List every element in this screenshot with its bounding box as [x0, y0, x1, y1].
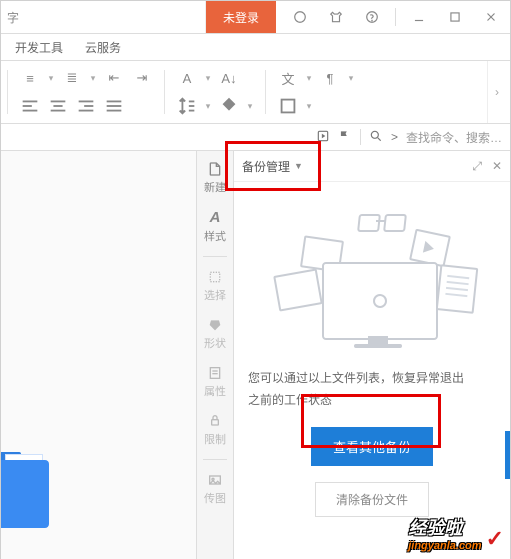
rail-limit[interactable]: 限制 — [200, 409, 230, 451]
sort-button[interactable]: A↓ — [217, 66, 241, 90]
align-right-button[interactable] — [74, 94, 98, 118]
chevron-down-icon[interactable]: ▾ — [46, 66, 56, 90]
shading-button[interactable] — [217, 94, 241, 118]
watermark-check-icon: ✓ — [486, 526, 504, 552]
rail-limit-label: 限制 — [204, 431, 226, 447]
font-size-button[interactable]: A — [175, 66, 199, 90]
chevron-down-icon[interactable]: ▾ — [346, 66, 356, 90]
rail-select[interactable]: 选择 — [200, 265, 230, 307]
side-rail: 新建 A 样式 选择 形状 属性 限制 — [196, 151, 233, 559]
backup-panel-text: 您可以通过以上文件列表，恢复异常退出 之前的工作状态 — [248, 368, 464, 411]
rail-style[interactable]: A 样式 — [200, 205, 230, 248]
numbering-button[interactable]: ≣ — [60, 66, 84, 90]
panel-close-icon[interactable]: ✕ — [492, 159, 502, 174]
chevron-down-icon: ▼ — [294, 161, 303, 171]
chevron-down-icon[interactable]: ▾ — [203, 94, 213, 118]
clear-backup-button[interactable]: 清除备份文件 — [315, 482, 429, 517]
rail-legend-label: 传图 — [204, 490, 226, 506]
play-icon[interactable] — [316, 129, 330, 146]
chevron-down-icon[interactable]: ▾ — [203, 66, 213, 90]
maximize-icon[interactable] — [442, 4, 468, 30]
command-bar: > 查找命令、搜索… — [1, 124, 510, 151]
backup-panel-title-dropdown[interactable]: 备份管理 ▼ — [242, 158, 303, 175]
separator — [7, 70, 8, 114]
flag-icon[interactable] — [338, 129, 352, 146]
rail-attr-label: 属性 — [204, 383, 226, 399]
title-bar: 字 未登录 — [1, 1, 510, 34]
rail-style-label: 样式 — [204, 228, 226, 244]
rail-new[interactable]: 新建 — [200, 157, 230, 199]
search-prefix: > — [391, 130, 398, 144]
app-menu-icon[interactable] — [287, 4, 313, 30]
command-search-input[interactable]: 查找命令、搜索… — [406, 129, 502, 146]
separator — [203, 459, 227, 460]
backup-panel-title: 备份管理 — [242, 158, 290, 175]
folder-icon — [1, 452, 51, 532]
chevron-down-icon[interactable]: ▾ — [304, 94, 314, 118]
line-spacing-button[interactable] — [175, 94, 199, 118]
rail-shape[interactable]: 形状 — [200, 313, 230, 355]
rail-attr[interactable]: 属性 — [200, 361, 230, 403]
separator — [203, 256, 227, 257]
scrollbar-thumb[interactable] — [505, 431, 510, 479]
rail-new-label: 新建 — [204, 179, 226, 195]
backup-text-line2: 之前的工作状态 — [248, 390, 464, 412]
backup-text-line1: 您可以通过以上文件列表，恢复异常退出 — [248, 368, 464, 390]
bullets-button[interactable]: ≡ — [18, 66, 42, 90]
panel-expand-icon[interactable]: ⤢ — [472, 159, 482, 174]
backup-illustration — [262, 204, 482, 354]
align-left-button[interactable] — [18, 94, 42, 118]
view-other-backup-button[interactable]: 查看其他备份 — [311, 427, 433, 466]
login-button[interactable]: 未登录 — [206, 1, 276, 33]
chevron-down-icon[interactable]: ▾ — [245, 94, 255, 118]
text-direction-button[interactable]: 文 — [276, 66, 300, 90]
watermark-brand: 经验啦 — [408, 514, 481, 540]
ribbon-expand-button[interactable]: › — [487, 61, 506, 123]
close-icon[interactable] — [478, 4, 504, 30]
menu-cloud[interactable]: 云服务 — [85, 39, 121, 56]
skin-icon[interactable] — [323, 4, 349, 30]
chevron-down-icon[interactable]: ▾ — [88, 66, 98, 90]
align-center-button[interactable] — [46, 94, 70, 118]
indent-button[interactable]: ⇥ — [130, 66, 154, 90]
title-fragment: 字 — [1, 1, 206, 33]
watermark-domain: jingyanla.com — [408, 540, 481, 552]
document-area[interactable] — [1, 151, 196, 559]
chevron-down-icon[interactable]: ▾ — [304, 66, 314, 90]
borders-button[interactable] — [276, 94, 300, 118]
help-icon[interactable] — [359, 4, 385, 30]
ribbon: ≡▾ ≣▾ ⇤ ⇥ A▾ A↓ ▾ ▾ — [1, 61, 510, 124]
backup-panel: 备份管理 ▼ ⤢ ✕ 您可以通过以上文件列表，恢复异 — [233, 151, 510, 559]
menu-dev-tools[interactable]: 开发工具 — [15, 39, 63, 56]
rail-legend[interactable]: 传图 — [200, 468, 230, 510]
separator — [164, 70, 165, 114]
separator — [360, 129, 361, 145]
menu-bar: 开发工具 云服务 — [1, 34, 510, 61]
outdent-button[interactable]: ⇤ — [102, 66, 126, 90]
align-justify-button[interactable] — [102, 94, 126, 118]
rail-select-label: 选择 — [204, 287, 226, 303]
watermark: 经验啦 jingyanla.com ✓ — [408, 514, 504, 552]
paragraph-mark-button[interactable]: ¶ — [318, 66, 342, 90]
separator — [395, 8, 396, 26]
search-icon[interactable] — [369, 129, 383, 146]
separator — [265, 70, 266, 114]
rail-shape-label: 形状 — [204, 335, 226, 351]
minimize-icon[interactable] — [406, 4, 432, 30]
